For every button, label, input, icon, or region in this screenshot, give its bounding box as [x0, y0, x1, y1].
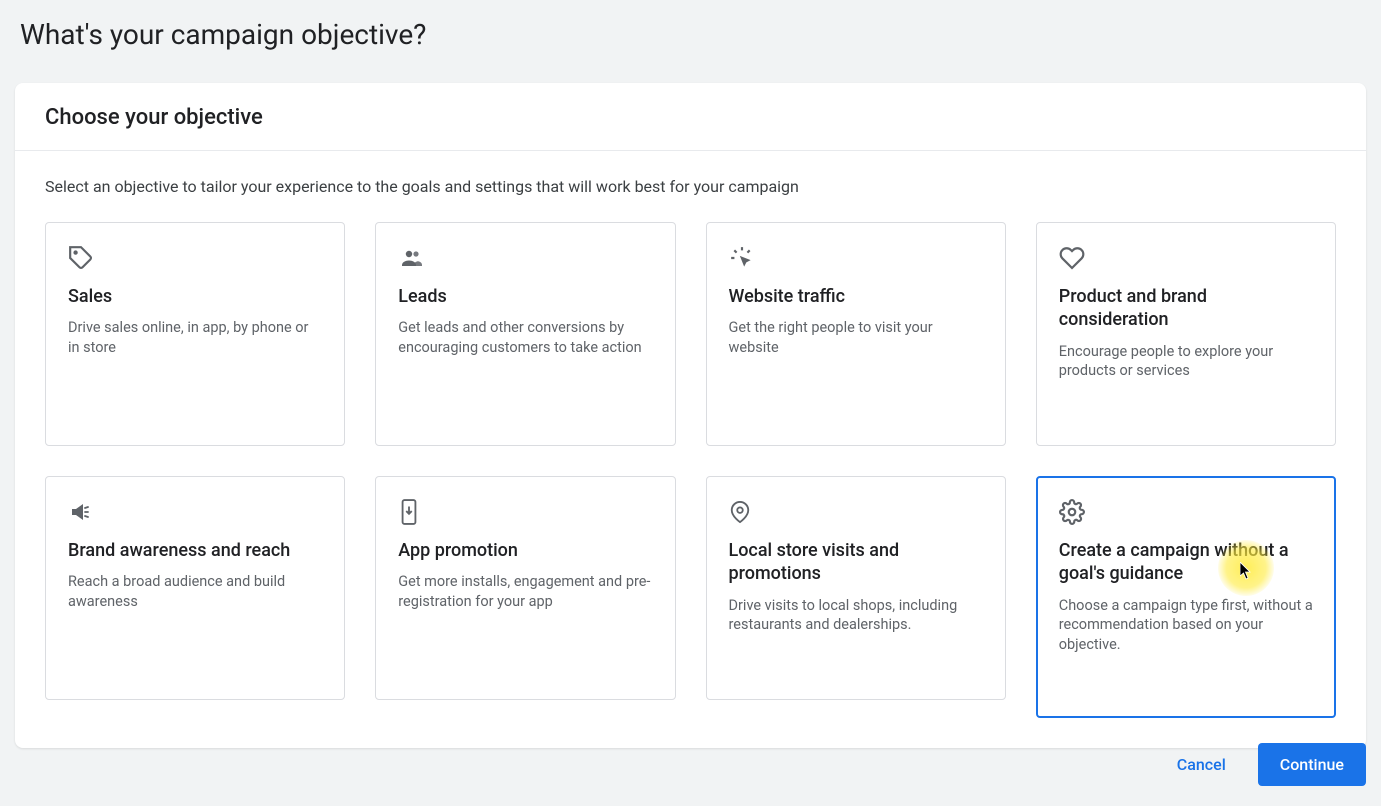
objective-description: Encourage people to explore your product…: [1059, 342, 1313, 381]
megaphone-icon: [68, 499, 322, 525]
people-icon: [398, 245, 652, 271]
objective-local-store[interactable]: Local store visits and promotions Drive …: [706, 476, 1006, 700]
section-header: Choose your objective: [15, 83, 1366, 151]
objective-description: Get more installs, engagement and pre-re…: [398, 572, 652, 611]
objectives-grid: Sales Drive sales online, in app, by pho…: [45, 222, 1336, 718]
objective-description: Get the right people to visit your websi…: [729, 318, 983, 357]
objective-brand-consideration[interactable]: Product and brand consideration Encourag…: [1036, 222, 1336, 446]
objective-description: Get leads and other conversions by encou…: [398, 318, 652, 357]
objective-description: Drive sales online, in app, by phone or …: [68, 318, 322, 357]
objective-title: Local store visits and promotions: [729, 539, 983, 586]
tag-icon: [68, 245, 322, 271]
pin-icon: [729, 499, 983, 525]
objective-description: Choose a campaign type first, without a …: [1059, 596, 1313, 655]
objective-title: Website traffic: [729, 285, 983, 308]
objective-section: Choose your objective Select an objectiv…: [15, 83, 1366, 748]
objective-title: Create a campaign without a goal's guida…: [1059, 539, 1313, 586]
gear-icon: [1059, 499, 1313, 525]
objective-title: Sales: [68, 285, 322, 308]
objective-description: Reach a broad audience and build awarene…: [68, 572, 322, 611]
objective-title: Product and brand consideration: [1059, 285, 1313, 332]
section-subtitle: Select an objective to tailor your exper…: [45, 177, 1336, 196]
objective-app-promotion[interactable]: App promotion Get more installs, engagem…: [375, 476, 675, 700]
objective-website-traffic[interactable]: Website traffic Get the right people to …: [706, 222, 1006, 446]
heart-icon: [1059, 245, 1313, 271]
objective-sales[interactable]: Sales Drive sales online, in app, by pho…: [45, 222, 345, 446]
objective-description: Drive visits to local shops, including r…: [729, 596, 983, 635]
cancel-button[interactable]: Cancel: [1165, 745, 1238, 784]
page-title: What's your campaign objective?: [0, 0, 1381, 51]
objective-leads[interactable]: Leads Get leads and other conversions by…: [375, 222, 675, 446]
section-header-title: Choose your objective: [45, 105, 1336, 130]
click-icon: [729, 245, 983, 271]
phone-download-icon: [398, 499, 652, 525]
objective-title: Leads: [398, 285, 652, 308]
continue-button[interactable]: Continue: [1258, 743, 1366, 786]
objective-brand-awareness[interactable]: Brand awareness and reach Reach a broad …: [45, 476, 345, 700]
objective-title: App promotion: [398, 539, 652, 562]
objective-no-goal[interactable]: Create a campaign without a goal's guida…: [1036, 476, 1336, 718]
footer-actions: Cancel Continue: [1165, 743, 1366, 786]
objective-title: Brand awareness and reach: [68, 539, 322, 562]
